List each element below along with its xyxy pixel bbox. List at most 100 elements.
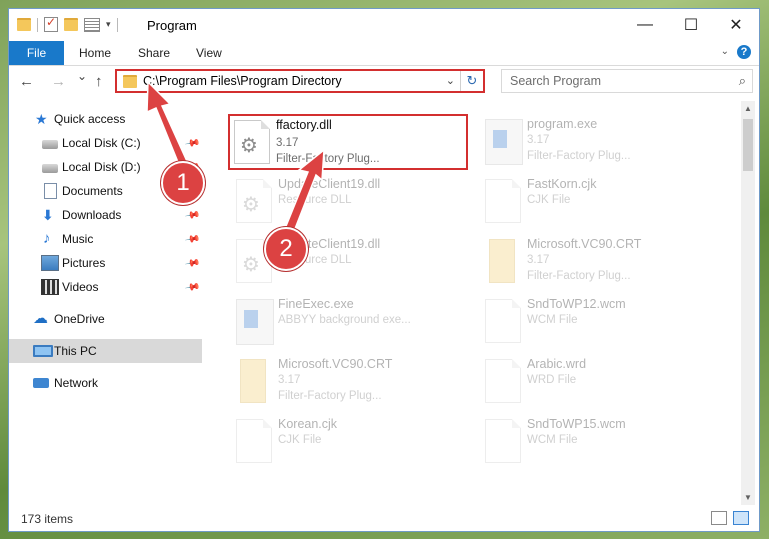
divider	[37, 17, 38, 32]
star-icon: ★	[35, 111, 48, 127]
file-version: 3.17	[527, 134, 550, 146]
file-item-sndtowp15-wcm[interactable]: SndToWP15.wcm WCM File	[479, 413, 719, 469]
window-title: Program	[147, 18, 197, 33]
minimize-button[interactable]: —	[622, 9, 668, 41]
computer-icon	[33, 345, 53, 357]
app-icon	[485, 119, 523, 165]
sidebar-item-quick-access[interactable]: ★ Quick access	[9, 107, 202, 131]
file-item-ffactory-dll[interactable]: ffactory.dll 3.17 Filter-Factory Plug...	[228, 114, 468, 170]
help-icon[interactable]: ?	[737, 45, 751, 59]
file-type: CJK File	[527, 194, 571, 206]
sidebar-item-label: Network	[54, 376, 99, 390]
file-item-fineexec-exe[interactable]: FineExec.exe ABBYY background exe...	[230, 293, 470, 349]
address-path[interactable]: C:\Program Files\Program Directory	[143, 74, 342, 88]
file-item-fastkorn-cjk[interactable]: FastKorn.cjk CJK File	[479, 173, 719, 229]
file-name: SndToWP15.wcm	[527, 417, 626, 431]
address-bar[interactable]: C:\Program Files\Program Directory ⌄ ↻	[115, 69, 485, 93]
pin-icon: 📌	[183, 134, 201, 152]
file-name: Arabic.wrd	[527, 357, 587, 371]
file-item-microsoft-vc90-crt[interactable]: Microsoft.VC90.CRT 3.17 Filter-Factory P…	[479, 233, 719, 289]
sidebar-item-label: This PC	[54, 344, 97, 358]
file-description: Filter-Factory Plug...	[278, 390, 382, 402]
file-name: UpdateClient19.dll	[278, 177, 381, 191]
sidebar-item-this-pc[interactable]: This PC	[9, 339, 202, 363]
disk-icon	[42, 164, 58, 173]
scrollbar-thumb[interactable]	[743, 119, 753, 171]
up-button[interactable]: ↑	[95, 73, 103, 90]
details-view-icon[interactable]	[711, 511, 727, 525]
file-type: WCM File	[527, 434, 578, 446]
sidebar-item-local-disk-c[interactable]: Local Disk (C:) 📌	[9, 131, 202, 155]
file-item-korean-cjk[interactable]: Korean.cjk CJK File	[230, 413, 470, 469]
download-icon: ⬇	[42, 207, 54, 223]
sidebar-item-videos[interactable]: Videos 📌	[9, 275, 202, 299]
pin-icon: 📌	[183, 206, 201, 224]
folder-file-icon	[489, 239, 515, 283]
file-icon	[485, 359, 521, 403]
sidebar-item-pictures[interactable]: Pictures 📌	[9, 251, 202, 275]
file-item-program-exe[interactable]: program.exe 3.17 Filter-Factory Plug...	[479, 113, 719, 169]
tab-share[interactable]: Share	[138, 46, 170, 60]
network-icon	[33, 378, 49, 388]
disk-icon	[42, 140, 58, 149]
item-count: 173 items	[21, 512, 74, 526]
file-name: FastKorn.cjk	[527, 177, 597, 191]
search-input[interactable]: Search Program ⌕	[501, 69, 753, 93]
sidebar-item-label: Pictures	[62, 256, 106, 270]
back-button[interactable]: ←	[19, 73, 34, 90]
search-placeholder[interactable]: Search Program	[510, 74, 601, 88]
tab-view[interactable]: View	[196, 46, 222, 60]
forward-button[interactable]: →	[51, 73, 66, 90]
file-icon	[485, 299, 521, 343]
file-item-updateclient19-dll[interactable]: UpdateClient19.dll Resource DLL	[230, 173, 470, 229]
view-details-icon[interactable]	[84, 17, 100, 32]
documents-icon	[44, 183, 57, 199]
file-description: Filter-Factory Plug...	[527, 150, 631, 162]
tab-home[interactable]: Home	[79, 46, 111, 60]
file-name: program.exe	[527, 117, 598, 131]
close-button[interactable]: ✕	[713, 9, 759, 41]
folder-file-icon	[240, 359, 266, 403]
tab-file[interactable]: File	[9, 41, 64, 65]
refresh-button[interactable]: ↻	[460, 71, 483, 91]
file-type: ABBYY background exe...	[278, 314, 411, 326]
large-icons-view-icon[interactable]	[733, 511, 749, 525]
sidebar-item-label: Local Disk (C:)	[62, 136, 141, 150]
navigation-pane: ★ Quick access Local Disk (C:) 📌 Local D…	[9, 101, 202, 505]
sidebar-item-onedrive[interactable]: ☁ OneDrive	[9, 307, 202, 331]
customize-toolbar-caret-icon[interactable]: ▾	[106, 19, 111, 30]
pin-icon: 📌	[183, 230, 201, 248]
vertical-scrollbar[interactable]: ▲ ▼	[741, 101, 755, 505]
settings-file-icon	[236, 179, 272, 223]
new-folder-icon[interactable]	[64, 18, 78, 31]
quick-access-toolbar: ▾	[17, 15, 118, 32]
file-icon	[485, 179, 521, 223]
sidebar-item-network[interactable]: Network	[9, 371, 202, 395]
address-dropdown-icon[interactable]: ⌄	[446, 74, 455, 87]
scroll-up-arrow-icon[interactable]: ▲	[744, 104, 752, 113]
status-bar: 173 items	[9, 505, 759, 531]
pin-icon: 📌	[183, 278, 201, 296]
file-item-arabic-wrd[interactable]: Arabic.wrd WRD File	[479, 353, 719, 409]
scroll-down-arrow-icon[interactable]: ▼	[744, 493, 752, 502]
file-type: WRD File	[527, 374, 577, 386]
sidebar-item-label: Music	[62, 232, 94, 246]
sidebar-item-label: Videos	[62, 280, 99, 294]
properties-check-icon[interactable]	[44, 15, 58, 32]
recent-locations-chevron-icon[interactable]: ⌄	[77, 69, 87, 83]
cloud-icon: ☁	[33, 310, 48, 327]
sidebar-item-music[interactable]: ♪ Music 📌	[9, 227, 202, 251]
maximize-button[interactable]: ☐	[668, 9, 714, 41]
pictures-icon	[41, 255, 59, 271]
app-icon	[236, 299, 274, 345]
file-description: Filter-Factory Plug...	[276, 153, 380, 165]
expand-ribbon-chevron-icon[interactable]: ⌄	[721, 46, 729, 57]
file-name: SndToWP12.wcm	[527, 297, 626, 311]
videos-icon	[41, 279, 59, 295]
file-item-sndtowp12-wcm[interactable]: SndToWP12.wcm WCM File	[479, 293, 719, 349]
folder-icon	[123, 74, 137, 88]
file-type: CJK File	[278, 434, 322, 446]
sidebar-item-downloads[interactable]: ⬇ Downloads 📌	[9, 203, 202, 227]
file-item-microsoft-vc90-crt[interactable]: Microsoft.VC90.CRT 3.17 Filter-Factory P…	[230, 353, 470, 409]
search-icon[interactable]: ⌕	[739, 73, 746, 89]
